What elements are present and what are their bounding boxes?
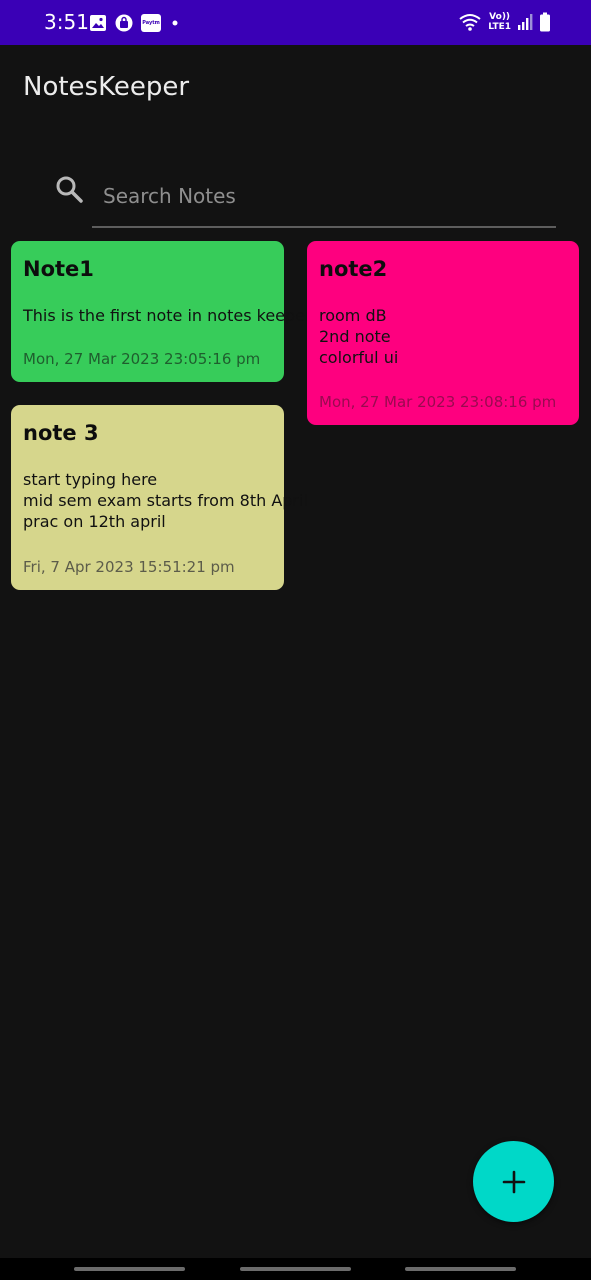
paytm-label: Paytm xyxy=(142,20,160,26)
note-title: note2 xyxy=(319,257,388,281)
nav-recents-handle[interactable] xyxy=(74,1267,185,1271)
status-bar: 3:51 Paytm Vo)) LTE1 xyxy=(0,0,591,45)
note-date: Mon, 27 Mar 2023 23:08:16 pm xyxy=(319,393,557,411)
shopping-bag-icon xyxy=(115,14,133,32)
search-input[interactable] xyxy=(92,166,556,228)
note-body: start typing here mid sem exam starts fr… xyxy=(23,469,308,532)
note-body: This is the first note in notes keeper xyxy=(23,305,312,326)
app-title: NotesKeeper xyxy=(23,72,190,102)
nav-back-handle[interactable] xyxy=(405,1267,516,1271)
plus-icon xyxy=(502,1170,525,1193)
note-card[interactable]: Note1 This is the first note in notes ke… xyxy=(11,241,312,382)
note-body-line: prac on 12th april xyxy=(23,512,166,531)
navigation-bar xyxy=(0,1258,591,1280)
gallery-icon xyxy=(90,15,106,31)
note-body-line: colorful ui xyxy=(319,348,399,367)
note-body-line: start typing here xyxy=(23,470,158,489)
nav-home-handle[interactable] xyxy=(240,1267,351,1271)
note-body-line: room dB xyxy=(319,306,387,325)
lte-label: LTE1 xyxy=(488,22,511,32)
note-title: note 3 xyxy=(23,421,99,445)
notification-dot-icon xyxy=(172,20,178,26)
status-notification-icons: Paytm xyxy=(89,12,181,34)
volte-icon: Vo)) LTE1 xyxy=(488,12,511,32)
note-body-line: This is the first note in notes keeper xyxy=(23,306,312,325)
note-date: Fri, 7 Apr 2023 15:51:21 pm xyxy=(23,558,235,576)
note-body: room dB 2nd note colorful ui xyxy=(319,305,398,368)
volte-label: Vo)) xyxy=(489,12,511,22)
note-card[interactable]: note 3 start typing here mid sem exam st… xyxy=(11,405,308,590)
note-body-line: mid sem exam starts from 8th April xyxy=(23,491,308,510)
note-body-line: 2nd note xyxy=(319,327,391,346)
note-title: Note1 xyxy=(23,257,94,281)
search-icon xyxy=(56,176,83,203)
status-system-icons: Vo)) LTE1 xyxy=(458,10,551,34)
note-date: Mon, 27 Mar 2023 23:05:16 pm xyxy=(23,350,261,368)
battery-icon xyxy=(540,12,550,32)
wifi-icon xyxy=(459,14,481,31)
signal-icon xyxy=(518,14,533,30)
paytm-icon: Paytm xyxy=(141,14,161,32)
add-note-button[interactable] xyxy=(473,1141,554,1222)
note-card[interactable]: note2 room dB 2nd note colorful ui Mon, … xyxy=(307,241,579,425)
status-time: 3:51 xyxy=(44,10,89,34)
